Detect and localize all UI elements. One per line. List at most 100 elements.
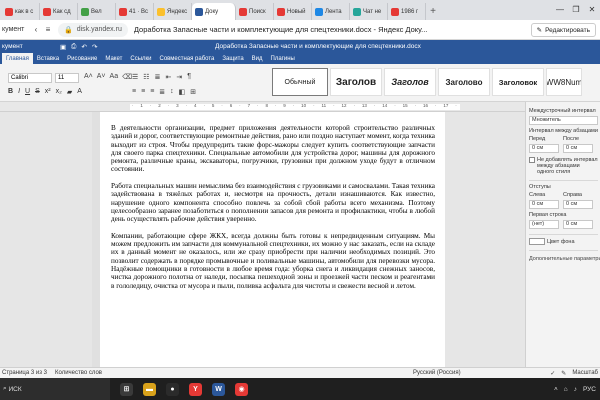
increase-indent-icon[interactable]: ⇥: [176, 73, 182, 81]
numbering-icon[interactable]: ☷: [143, 73, 149, 81]
align-right-icon[interactable]: ≡: [150, 88, 154, 96]
line-spacing-icon[interactable]: ↕: [170, 88, 174, 96]
subscript-icon[interactable]: x₂: [56, 88, 62, 96]
style-preset[interactable]: Обычный: [272, 68, 328, 96]
shrink-font-icon[interactable]: A˅: [97, 73, 106, 81]
ribbon-tab[interactable]: Макет: [101, 53, 126, 64]
url-box[interactable]: 🔒 disk.yandex.ru: [58, 22, 128, 37]
strikethrough-icon[interactable]: S: [35, 88, 40, 96]
browser-tab[interactable]: 1986 г: [388, 3, 426, 20]
zoom-label[interactable]: Масштаб: [572, 370, 598, 377]
minimize-icon[interactable]: —: [552, 0, 568, 18]
font-color-icon[interactable]: A: [77, 88, 82, 96]
ribbon-tab[interactable]: Рисование: [63, 53, 101, 64]
spacing-before-input[interactable]: 0 см: [529, 144, 559, 153]
decrease-indent-icon[interactable]: ⇤: [165, 73, 171, 81]
grow-font-icon[interactable]: A˄: [84, 73, 93, 81]
paragraph-1[interactable]: В деятельности организации, предмет прил…: [111, 124, 435, 174]
borders-icon[interactable]: ⊞: [190, 88, 196, 96]
bullets-icon[interactable]: ☰: [132, 73, 138, 81]
ribbon-tab[interactable]: Главная: [2, 53, 33, 64]
track-changes-icon[interactable]: ✎: [561, 370, 566, 377]
horizontal-ruler[interactable]: · 1 · 2 · 3 · 4 · 5 · 6 · 7 · 8 · 9 · 10 · 11 · 12 · 13 · 14 · 15 · 16 ·…: [0, 102, 525, 112]
back-icon[interactable]: ‹: [30, 25, 42, 34]
no-space-checkbox-row[interactable]: Не добавлять интервал между абзацами одн…: [529, 157, 598, 175]
print-icon[interactable]: ⎙: [71, 43, 76, 51]
highlight-icon[interactable]: ▰: [67, 88, 72, 96]
edit-button[interactable]: ✎ Редактировать: [530, 23, 596, 37]
line-spacing-select[interactable]: Множитель: [529, 116, 598, 125]
word-count[interactable]: Количество слов: [55, 370, 135, 376]
browser-tab[interactable]: Как сд: [40, 3, 78, 20]
browser-tab[interactable]: Вел: [78, 3, 116, 20]
taskbar-app-icon[interactable]: W: [212, 382, 225, 396]
chevron-up-icon[interactable]: ˄: [554, 386, 558, 393]
style-preset[interactable]: Заголов: [384, 68, 436, 96]
browser-tab[interactable]: Новый: [274, 3, 312, 20]
ribbon-tab[interactable]: Защита: [218, 53, 247, 64]
browser-tab[interactable]: Доку: [192, 3, 236, 20]
paragraph-3[interactable]: Компании, работающие сфере ЖКХ, всегда д…: [111, 232, 435, 290]
italic-icon[interactable]: I: [18, 88, 20, 96]
spacing-after-input[interactable]: 0 см: [563, 144, 593, 153]
first-line-input[interactable]: 0 см: [563, 220, 593, 229]
first-line-select[interactable]: (нет): [529, 220, 559, 229]
change-case-icon[interactable]: Aa: [110, 73, 119, 81]
taskbar-app-icon[interactable]: ⊞: [120, 382, 133, 396]
ribbon-tab[interactable]: Вставка: [33, 53, 63, 64]
language-indicator[interactable]: РУС: [583, 386, 596, 393]
no-space-checkbox[interactable]: [529, 157, 535, 163]
network-icon[interactable]: ⌂: [564, 386, 568, 393]
shading-icon[interactable]: ◧: [179, 88, 186, 96]
taskbar-app-icon[interactable]: ●: [166, 382, 179, 396]
style-preset[interactable]: Заголово: [438, 68, 490, 96]
menu-icon[interactable]: ≡: [42, 25, 54, 34]
new-tab-button[interactable]: +: [426, 3, 440, 20]
document-page[interactable]: В деятельности организации, предмет прил…: [100, 112, 445, 367]
language-select[interactable]: Русский (Россия): [413, 370, 461, 376]
browser-tab[interactable]: 41 · Вс: [116, 3, 154, 20]
style-preset[interactable]: Заголов: [330, 68, 382, 96]
font-size-select[interactable]: 11: [55, 73, 79, 83]
ribbon-tab[interactable]: Плагины: [267, 53, 299, 64]
paragraph-2[interactable]: Работа специальных машин немыслима без в…: [111, 182, 435, 223]
redo-icon[interactable]: ↷: [92, 43, 97, 51]
style-preset[interactable]: WW8Num: [546, 68, 582, 96]
justify-icon[interactable]: ≣: [159, 88, 165, 96]
undo-icon[interactable]: ↶: [81, 43, 86, 51]
indent-left-input[interactable]: 0 см: [529, 200, 559, 209]
close-icon[interactable]: ✕: [584, 0, 600, 18]
advanced-settings-link[interactable]: Дополнительные параметры: [529, 256, 600, 262]
spellcheck-icon[interactable]: ✓: [550, 370, 555, 377]
align-center-icon[interactable]: ≡: [141, 88, 145, 96]
taskbar-app-icon[interactable]: Y: [189, 382, 202, 396]
taskbar-search[interactable]: ⌕ ИСК: [0, 378, 110, 400]
bold-icon[interactable]: B: [8, 88, 13, 96]
volume-icon[interactable]: ♪: [574, 386, 577, 393]
browser-tab[interactable]: Лента: [312, 3, 350, 20]
taskbar-app-icon[interactable]: ▬: [143, 382, 156, 396]
superscript-icon[interactable]: x²: [45, 88, 51, 96]
clear-format-icon[interactable]: ⌫: [122, 73, 132, 81]
pilcrow-icon[interactable]: ¶: [187, 73, 191, 81]
underline-icon[interactable]: U: [25, 88, 30, 96]
multilevel-icon[interactable]: ≣: [155, 73, 161, 81]
vertical-ruler[interactable]: [92, 112, 100, 367]
font-name-select[interactable]: Calibri: [8, 73, 52, 83]
browser-tab[interactable]: Яндекс: [154, 3, 192, 20]
save-icon[interactable]: ▣: [60, 43, 66, 51]
indent-right-input[interactable]: 0 см: [563, 200, 593, 209]
browser-tab[interactable]: Чат не: [350, 3, 388, 20]
align-left-icon[interactable]: ≡: [132, 88, 136, 96]
browser-tab[interactable]: как в с: [2, 3, 40, 20]
bg-color-swatch[interactable]: [529, 238, 545, 245]
maximize-icon[interactable]: ❐: [568, 0, 584, 18]
bg-color-row[interactable]: Цвет фона: [529, 238, 598, 245]
ribbon-tab[interactable]: Совместная работа: [155, 53, 218, 64]
address-bar: кумент ‹ ≡ 🔒 disk.yandex.ru Доработка За…: [0, 20, 600, 40]
taskbar-app-icon[interactable]: ◉: [235, 382, 248, 396]
ribbon-tab[interactable]: Вид: [248, 53, 267, 64]
ribbon-tab[interactable]: Ссылки: [126, 53, 155, 64]
browser-tab[interactable]: Поиск: [236, 3, 274, 20]
style-preset[interactable]: Заголовок: [492, 68, 544, 96]
